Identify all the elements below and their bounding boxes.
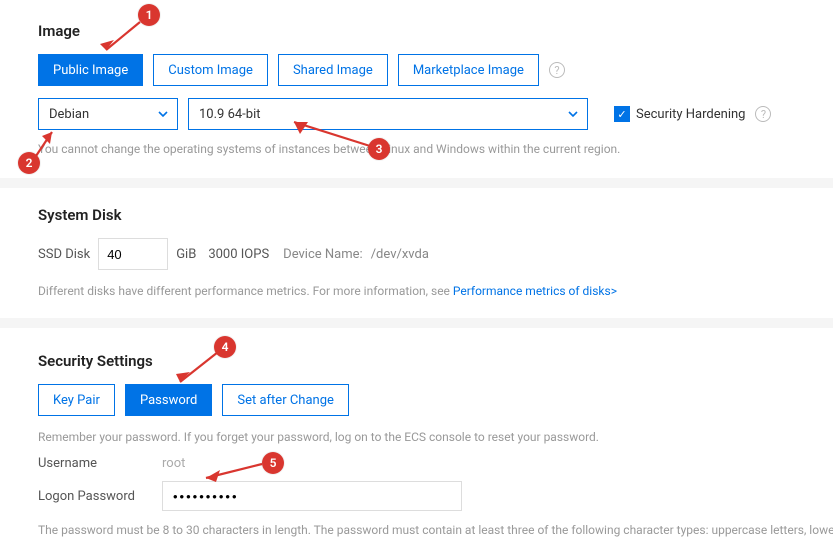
help-icon: ? [549,62,565,78]
annotation-badge-4: 4 [214,336,236,358]
disk-iops: 3000 IOPS [208,247,269,262]
tab-marketplace-image[interactable]: Marketplace Image [398,54,539,86]
annotation-badge-2: 2 [18,152,40,174]
image-panel: Image Public Image Custom Image Shared I… [0,0,833,178]
disk-note: Different disks have different performan… [38,282,801,300]
security-panel: Security Settings Key Pair Password Set … [0,328,833,545]
security-hardening-label: Security Hardening [636,107,745,122]
annotation-badge-5: 5 [262,452,284,474]
disk-config-row: SSD Disk GiB 3000 IOPS Device Name: /dev… [38,238,801,270]
disk-unit: GiB [176,247,196,262]
chevron-down-icon [567,108,579,120]
username-value: root [162,456,185,471]
chevron-down-icon [157,108,169,120]
annotation-badge-1: 1 [138,4,160,26]
security-title: Security Settings [38,352,801,370]
performance-metrics-link[interactable]: Performance metrics of disks> [453,284,617,298]
tab-password[interactable]: Password [125,384,212,416]
tab-custom-image[interactable]: Custom Image [153,54,268,86]
device-name-value: /dev/xvda [371,247,429,262]
os-select[interactable]: Debian [38,98,178,130]
image-select-row: Debian 10.9 64-bit ✓ Security Hardening … [38,98,801,130]
password-label: Logon Password [38,489,148,504]
disk-type: SSD Disk [38,247,90,262]
remember-note: Remember your password. If you forget yo… [38,428,801,446]
version-select[interactable]: 10.9 64-bit [188,98,588,130]
security-hardening-option: ✓ Security Hardening ? [614,106,771,122]
tab-key-pair[interactable]: Key Pair [38,384,115,416]
password-rule-note: The password must be 8 to 30 characters … [38,521,801,539]
image-tabs: Public Image Custom Image Shared Image M… [38,54,801,86]
password-input[interactable] [162,481,462,511]
username-label: Username [38,456,148,471]
system-disk-title: System Disk [38,206,801,224]
device-name-label: Device Name: [283,247,363,262]
password-row: Logon Password [38,481,801,511]
system-disk-panel: System Disk SSD Disk GiB 3000 IOPS Devic… [0,188,833,318]
annotation-badge-3: 3 [368,138,390,160]
os-select-value: Debian [49,107,89,122]
tab-set-after-change[interactable]: Set after Change [222,384,349,416]
tab-shared-image[interactable]: Shared Image [278,54,388,86]
image-note: You cannot change the operating systems … [38,140,801,158]
disk-size-input[interactable] [98,238,168,270]
security-hardening-checkbox[interactable]: ✓ [614,106,630,122]
security-tabs: Key Pair Password Set after Change [38,384,801,416]
username-row: Username root [38,456,801,471]
help-icon: ? [755,106,771,122]
disk-note-text: Different disks have different performan… [38,284,453,298]
tab-public-image[interactable]: Public Image [38,54,143,86]
version-select-value: 10.9 64-bit [199,107,261,122]
